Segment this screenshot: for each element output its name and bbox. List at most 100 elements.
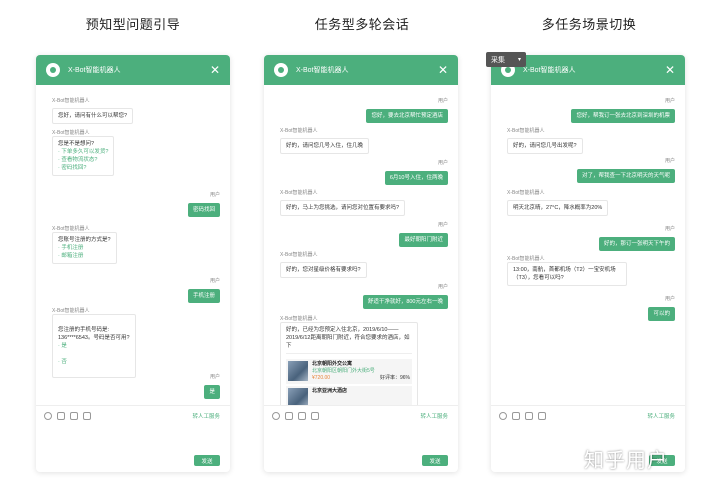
emoji-icon[interactable]	[44, 412, 52, 420]
hotel-price: ¥720.00	[312, 375, 331, 381]
hotel-rating: 好评率：96%	[379, 375, 410, 381]
sender-label: 用户	[437, 222, 448, 228]
message-text: 您是不是想问?	[58, 141, 95, 147]
sender-label: 用户	[209, 192, 220, 198]
input-area[interactable]: 转人工服务 发送	[264, 405, 458, 472]
file-icon[interactable]	[298, 412, 306, 420]
hotel-address: 北京朝阳区朝阳门外大街5号	[312, 368, 375, 374]
message-bubble: 密码找回	[187, 203, 220, 217]
option-link[interactable]: · 下单多久可以发货?	[58, 148, 108, 156]
video-icon[interactable]	[538, 412, 546, 420]
chat-area[interactable]: X-Bot智能机器人 您好，请问有什么可以帮您? X-Bot智能机器人 您是不是…	[36, 91, 230, 405]
send-button[interactable]: 发送	[422, 455, 448, 466]
message-bubble: 好的，已经为您预定入住北京，2019/6/10——2019/6/12距离朝阳门附…	[280, 322, 418, 405]
bot-message: X-Bot智能机器人 您是不是想问? · 下单多久可以发货? · 查看物流状态?…	[52, 129, 115, 176]
human-service-link[interactable]: 转人工服务	[647, 412, 675, 420]
emoji-icon[interactable]	[272, 412, 280, 420]
sender-label: 用户	[437, 160, 448, 166]
collect-button[interactable]: 采集 ▾	[486, 52, 526, 67]
video-icon[interactable]	[311, 412, 319, 420]
image-icon[interactable]	[285, 412, 293, 420]
message-bubble: 您好，帮我订一张去北京到深圳的机票	[571, 109, 675, 123]
hotel-info: 北京朝阳外交公寓 北京朝阳区朝阳门外大街5号 ¥720.00 好评率：96%	[312, 361, 410, 382]
bot-logo-icon	[274, 63, 288, 77]
message-text: 好的，已经为您预定入住北京，2019/6/10——2019/6/12距离朝阳门附…	[286, 327, 410, 349]
sender-label: 用户	[209, 278, 220, 284]
file-icon[interactable]	[525, 412, 533, 420]
message-bubble: 是	[204, 385, 220, 399]
bot-message: X-Bot智能机器人 好的，已经为您预定入住北京，2019/6/10——2019…	[280, 315, 418, 405]
chat-panel-2: X-Bot智能机器人 ✕ 用户 您好，要去北京帮忙预定酒店 X-Bot智能机器人…	[264, 55, 458, 472]
message-bubble: 可以的	[648, 307, 675, 321]
message-bubble: 好的，马上为您挑选，请问您对位置有要求吗?	[280, 200, 406, 216]
sender-label: X-Bot智能机器人	[280, 252, 318, 258]
user-message: 用户 密码找回	[187, 191, 220, 217]
column-title-1: 预知型问题引导	[85, 17, 181, 32]
bot-message: X-Bot智能机器人 好的，请问您几号入住，住几晚	[280, 127, 370, 154]
hotel-card[interactable]: 北京亚洲大酒店	[286, 386, 412, 405]
sender-label: 用户	[664, 226, 675, 232]
sender-label: X-Bot智能机器人	[507, 190, 545, 196]
sender-label: X-Bot智能机器人	[52, 226, 90, 232]
panel-title: X-Bot智能机器人	[296, 67, 349, 74]
bot-message: X-Bot智能机器人 13:00，南航，首都机场（T2）一宝安机场（T3），您看…	[507, 255, 627, 286]
collect-label: 采集	[491, 56, 505, 64]
option-link[interactable]: · 查看物流状态?	[58, 156, 108, 164]
user-message: 用户 您好，要去北京帮忙预定酒店	[366, 97, 448, 123]
hotel-name: 北京亚洲大酒店	[312, 388, 348, 394]
message-bubble: 您注册的手机号码是: 136****6543。号码是否可用? · 是 · 否	[52, 314, 136, 378]
close-icon[interactable]: ✕	[665, 64, 675, 76]
panel-title: X-Bot智能机器人	[68, 67, 121, 74]
hotel-card[interactable]: 北京朝阳外交公寓 北京朝阳区朝阳门外大街5号 ¥720.00 好评率：96%	[286, 359, 412, 384]
user-message: 用户 6月10号入住，住两晚	[384, 159, 448, 185]
image-icon[interactable]	[57, 412, 65, 420]
toolbar	[44, 412, 91, 420]
message-bubble: 您好，请问有什么可以帮您?	[52, 108, 134, 124]
sender-label: 用户	[664, 158, 675, 164]
human-service-link[interactable]: 转人工服务	[420, 412, 448, 420]
chat-area[interactable]: 用户 您好，帮我订一张去北京到深圳的机票 X-Bot智能机器人 好的，请问您几号…	[491, 91, 685, 405]
message-bubble: 好的，那订一张明天下午的	[598, 237, 675, 251]
human-service-link[interactable]: 转人工服务	[192, 412, 220, 420]
chevron-down-icon: ▾	[517, 57, 521, 63]
message-text: 您注册的手机号码是: 136****6543。号码是否可用?	[58, 327, 130, 341]
message-text: 您账号注册的方式是?	[58, 237, 111, 243]
message-bubble: 您是不是想问? · 下单多久可以发货? · 查看物流状态? · 密码找回?	[52, 136, 115, 176]
option-link[interactable]: · 手机注册	[58, 244, 111, 252]
close-icon[interactable]: ✕	[438, 64, 448, 76]
send-button[interactable]: 发送	[194, 455, 220, 466]
option-link[interactable]: · 邮箱注册	[58, 252, 111, 260]
close-icon[interactable]: ✕	[210, 64, 220, 76]
message-bubble: 13:00，南航，首都机场（T2）一宝安机场（T3），您看可以吗?	[507, 262, 627, 286]
bot-message: X-Bot智能机器人 您注册的手机号码是: 136****6543。号码是否可用…	[52, 307, 136, 378]
emoji-icon[interactable]	[499, 412, 507, 420]
sender-label: X-Bot智能机器人	[52, 98, 90, 104]
sender-label: X-Bot智能机器人	[52, 308, 90, 314]
image-icon[interactable]	[512, 412, 520, 420]
bot-message: X-Bot智能机器人 明天北京晴，27°C，降水概率为20%	[507, 189, 609, 216]
message-bubble: 好的，请问您几号出发呢?	[507, 138, 583, 154]
message-bubble: 您好，要去北京帮忙预定酒店	[366, 109, 448, 123]
input-area[interactable]: 转人工服务 发送	[36, 405, 230, 472]
bot-message: X-Bot智能机器人 您账号注册的方式是? · 手机注册 · 邮箱注册	[52, 225, 117, 264]
user-message: 用户 您好，帮我订一张去北京到深圳的机票	[571, 97, 675, 123]
toolbar	[272, 412, 319, 420]
file-icon[interactable]	[70, 412, 78, 420]
option-link[interactable]: · 否	[58, 358, 130, 366]
chat-area[interactable]: 用户 您好，要去北京帮忙预定酒店 X-Bot智能机器人 好的，请问您几号入住，住…	[264, 91, 458, 405]
user-message: 用户 最好朝阳门附近	[399, 221, 448, 247]
message-bubble: 好的，您对星级价格有要求吗?	[280, 262, 367, 278]
user-message: 用户 是	[204, 373, 220, 399]
panel-header: X-Bot智能机器人 ✕	[36, 55, 230, 85]
sender-label: X-Bot智能机器人	[280, 190, 318, 196]
message-bubble: 手机注册	[187, 289, 220, 303]
option-link[interactable]: · 是	[58, 342, 130, 350]
sender-label: 用户	[209, 374, 220, 380]
column-title-2: 任务型多轮会话	[314, 17, 410, 32]
video-icon[interactable]	[83, 412, 91, 420]
user-message: 用户 舒适干净就好，800元左右一晚	[362, 283, 448, 309]
option-link[interactable]: · 密码找回?	[58, 164, 108, 172]
user-message: 用户 对了，帮我查一下北京明天的天气呢	[576, 157, 675, 183]
user-message: 用户 手机注册	[187, 277, 220, 303]
sender-label: X-Bot智能机器人	[507, 256, 545, 262]
